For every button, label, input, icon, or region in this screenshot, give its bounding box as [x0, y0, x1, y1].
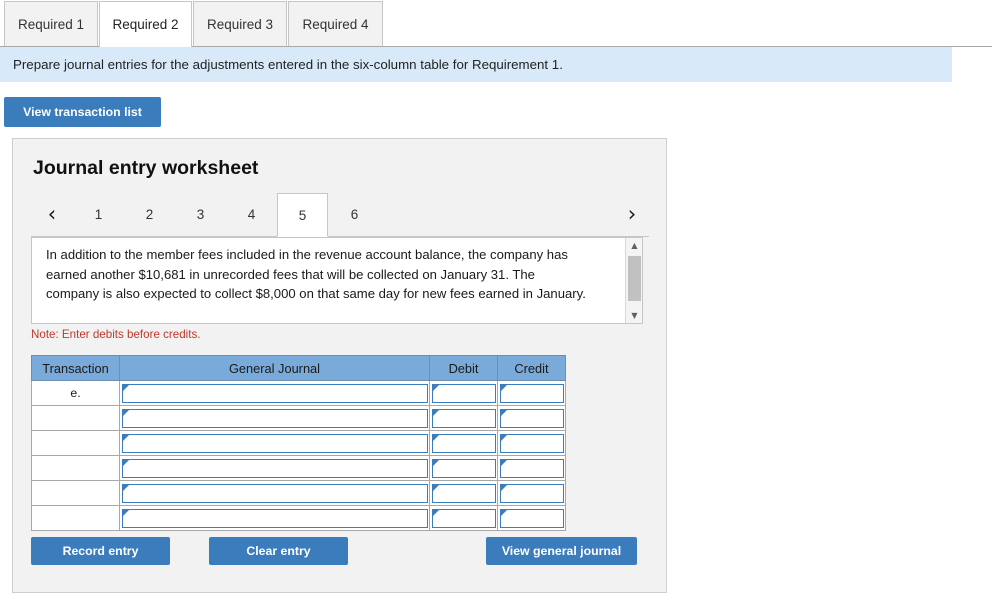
- credit-cell: [497, 380, 566, 406]
- requirement-tab-4[interactable]: Required 4: [288, 1, 383, 46]
- general-journal-cell: [119, 455, 430, 481]
- debit-cell: [429, 455, 498, 481]
- transaction-cell: [31, 430, 120, 456]
- credit-cell: [497, 405, 566, 431]
- debit-input[interactable]: [432, 458, 496, 478]
- transaction-cell: [31, 455, 120, 481]
- worksheet-tab-4[interactable]: 4: [226, 193, 277, 236]
- debits-before-credits-note: Note: Enter debits before credits.: [31, 328, 201, 341]
- debit-cell: [429, 430, 498, 456]
- description-scrollbar[interactable]: ▲ ▼: [625, 238, 642, 323]
- view-transaction-list-button[interactable]: View transaction list: [4, 97, 161, 127]
- column-header-credit: Credit: [497, 355, 566, 381]
- table-row: [31, 480, 566, 506]
- credit-input[interactable]: [500, 508, 564, 528]
- requirement-tab-1[interactable]: Required 1: [4, 1, 98, 46]
- general-journal-input[interactable]: [122, 408, 428, 428]
- transaction-cell: [31, 405, 120, 431]
- general-journal-input[interactable]: [122, 383, 428, 403]
- worksheet-tab-6[interactable]: 6: [329, 193, 380, 236]
- credit-cell: [497, 505, 566, 531]
- transaction-cell: [31, 480, 120, 506]
- worksheet-tab-strip: ‹ › 123456: [31, 193, 649, 237]
- debit-input[interactable]: [432, 383, 496, 403]
- worksheet-title: Journal entry worksheet: [33, 157, 259, 179]
- journal-entry-worksheet-panel: Journal entry worksheet ‹ › 123456 In ad…: [12, 138, 667, 593]
- clear-entry-button[interactable]: Clear entry: [209, 537, 348, 565]
- worksheet-tab-1[interactable]: 1: [73, 193, 124, 236]
- table-row: [31, 455, 566, 481]
- scrollbar-thumb[interactable]: [628, 256, 641, 301]
- table-row: e.: [31, 380, 566, 406]
- general-journal-input[interactable]: [122, 483, 428, 503]
- table-row: [31, 430, 566, 456]
- general-journal-cell: [119, 505, 430, 531]
- worksheet-tab-2[interactable]: 2: [124, 193, 175, 236]
- debit-cell: [429, 505, 498, 531]
- general-journal-cell: [119, 405, 430, 431]
- credit-input[interactable]: [500, 433, 564, 453]
- journal-entry-table: Transaction General Journal Debit Credit…: [31, 355, 566, 531]
- table-row: [31, 505, 566, 531]
- debit-cell: [429, 380, 498, 406]
- debit-cell: [429, 405, 498, 431]
- transaction-description-box: In addition to the member fees included …: [31, 237, 643, 324]
- general-journal-cell: [119, 430, 430, 456]
- debit-input[interactable]: [432, 508, 496, 528]
- credit-input[interactable]: [500, 383, 564, 403]
- instruction-banner: Prepare journal entries for the adjustme…: [0, 47, 952, 82]
- prev-entry-chevron-icon[interactable]: ‹: [35, 193, 69, 236]
- requirement-tab-strip: Required 1 Required 2 Required 3 Required 4: [0, 0, 992, 47]
- general-journal-cell: [119, 380, 430, 406]
- worksheet-tab-3[interactable]: 3: [175, 193, 226, 236]
- transaction-description-text: In addition to the member fees included …: [46, 247, 586, 301]
- general-journal-input[interactable]: [122, 508, 428, 528]
- scroll-down-icon[interactable]: ▼: [626, 308, 642, 323]
- scroll-up-icon[interactable]: ▲: [626, 238, 642, 253]
- requirement-tab-2[interactable]: Required 2: [99, 1, 192, 47]
- transaction-cell: e.: [31, 380, 120, 406]
- debit-cell: [429, 480, 498, 506]
- requirement-tab-3[interactable]: Required 3: [193, 1, 287, 46]
- general-journal-cell: [119, 480, 430, 506]
- view-general-journal-button[interactable]: View general journal: [486, 537, 637, 565]
- credit-input[interactable]: [500, 483, 564, 503]
- record-entry-button[interactable]: Record entry: [31, 537, 170, 565]
- general-journal-input[interactable]: [122, 458, 428, 478]
- credit-cell: [497, 430, 566, 456]
- table-header-row: Transaction General Journal Debit Credit: [31, 355, 566, 381]
- transaction-label: e.: [70, 386, 81, 400]
- credit-cell: [497, 480, 566, 506]
- debit-input[interactable]: [432, 408, 496, 428]
- instruction-text: Prepare journal entries for the adjustme…: [13, 57, 563, 72]
- credit-cell: [497, 455, 566, 481]
- column-header-general-journal: General Journal: [119, 355, 430, 381]
- credit-input[interactable]: [500, 458, 564, 478]
- next-entry-chevron-icon[interactable]: ›: [615, 193, 649, 236]
- general-journal-input[interactable]: [122, 433, 428, 453]
- debit-input[interactable]: [432, 483, 496, 503]
- worksheet-tab-5[interactable]: 5: [277, 193, 328, 237]
- transaction-cell: [31, 505, 120, 531]
- column-header-debit: Debit: [429, 355, 498, 381]
- column-header-transaction: Transaction: [31, 355, 120, 381]
- table-row: [31, 405, 566, 431]
- credit-input[interactable]: [500, 408, 564, 428]
- debit-input[interactable]: [432, 433, 496, 453]
